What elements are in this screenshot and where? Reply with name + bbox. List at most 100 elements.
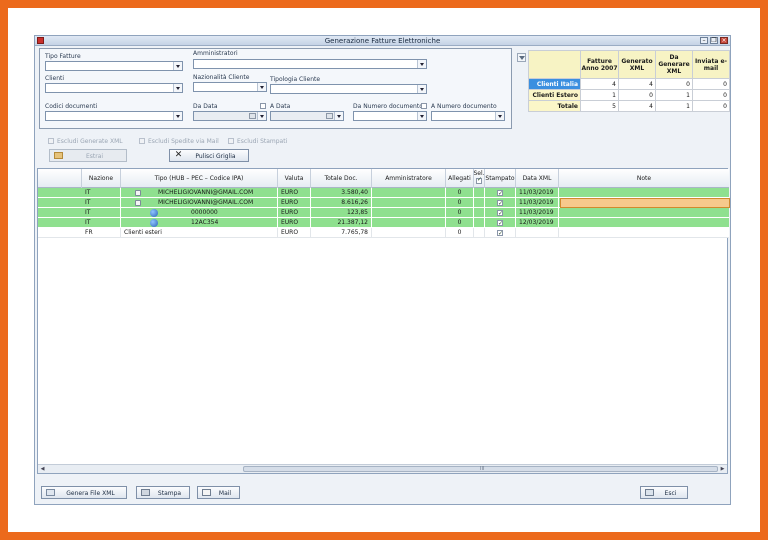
chevron-down-icon [173, 112, 182, 120]
clienti-select[interactable] [45, 83, 183, 93]
cell-sel[interactable] [474, 208, 485, 218]
da-numero-checkbox[interactable] [421, 103, 427, 109]
escludi-stampati-label: Escludi Stampati [237, 138, 288, 145]
select-all-checkbox[interactable] [476, 177, 482, 184]
cell-data-xml: 12/03/2019 [516, 218, 559, 228]
summary-row-label[interactable]: Totale [528, 100, 581, 112]
a-numero-select[interactable] [431, 111, 505, 121]
a-data-picker[interactable] [270, 111, 344, 121]
close-button[interactable]: × [720, 37, 728, 44]
row-selector[interactable] [38, 218, 82, 228]
stampato-checkbox[interactable] [497, 219, 503, 228]
scroll-right-icon[interactable]: ▶ [719, 466, 726, 472]
row-selector[interactable] [38, 188, 82, 198]
cell-valuta: EURO [278, 188, 311, 198]
table-row[interactable]: IT MICHELIGIOVANNI@GMAIL.COM EURO 8.616,… [38, 198, 730, 208]
cell-totale: 8.616,26 [311, 198, 372, 208]
cell-note[interactable] [559, 218, 729, 228]
cell-nazione: IT [82, 188, 121, 198]
stampato-checkbox[interactable] [497, 199, 503, 208]
cell-stampato[interactable] [485, 188, 516, 198]
calendar-icon [249, 113, 256, 119]
column-header-note[interactable]: Note [559, 169, 729, 188]
summary-cell: 1 [655, 89, 693, 101]
cell-note[interactable] [559, 208, 729, 218]
pulisci-griglia-button[interactable]: ✕ Pulisci Griglia [169, 149, 249, 162]
esci-button[interactable]: Esci [640, 486, 688, 499]
horizontal-scrollbar[interactable]: ◀ III ▶ [38, 464, 727, 473]
summary-row-label[interactable]: Clienti Estero [528, 89, 581, 101]
scroll-left-icon[interactable]: ◀ [39, 466, 46, 472]
column-header-data-xml[interactable]: Data XML [516, 169, 559, 188]
mail-button[interactable]: Mail [197, 486, 240, 499]
cell-amministratore [372, 188, 446, 198]
summary-cell: 0 [692, 78, 730, 90]
restore-button[interactable]: ❐ [710, 37, 718, 44]
escludi-xml-label: Escludi Generate XML [57, 138, 123, 145]
cell-note[interactable] [559, 228, 729, 238]
envelope-icon [135, 200, 141, 206]
column-header-valuta[interactable]: Valuta [278, 169, 311, 188]
cell-amministratore [372, 228, 446, 238]
table-row[interactable]: FR Clienti esteri EURO 7.765,78 0 [38, 228, 729, 238]
cell-note[interactable] [559, 188, 729, 198]
table-row[interactable]: IT 12AC354 EURO 21.387,12 0 12/03/2019 [38, 218, 729, 228]
cell-sel[interactable] [474, 218, 485, 228]
cell-stampato[interactable] [485, 198, 516, 208]
tipo-fatture-select[interactable] [45, 61, 183, 71]
cell-sel[interactable] [474, 188, 485, 198]
filter-funnel-icon[interactable] [517, 53, 526, 62]
escludi-mail-checkbox[interactable] [139, 138, 145, 144]
column-header-nazione[interactable]: Nazione [82, 169, 121, 188]
row-selector-header [38, 169, 82, 188]
column-header-tipo[interactable]: Tipo (HUB – PEC – Codice IPA) [121, 169, 278, 188]
cell-tipo-text: MICHELIGIOVANNI@GMAIL.COM [158, 199, 254, 206]
cell-amministratore [372, 208, 446, 218]
scrollbar-thumb[interactable]: III [243, 466, 718, 472]
stampato-checkbox[interactable] [497, 209, 503, 218]
column-header-stampato[interactable]: Stampato [485, 169, 516, 188]
nazionalita-label: Nazionalità Cliente [193, 74, 250, 81]
table-row[interactable]: IT 0000000 EURO 123,85 0 11/03/2019 [38, 208, 729, 218]
cell-note-editing[interactable] [560, 198, 730, 208]
row-selector[interactable] [38, 208, 82, 218]
da-data-checkbox[interactable] [260, 103, 266, 109]
nazionalita-select[interactable] [193, 82, 267, 92]
stampa-button[interactable]: Stampa [136, 486, 190, 499]
minimize-button[interactable]: – [700, 37, 708, 44]
chevron-down-icon [173, 62, 182, 70]
table-row[interactable]: IT MICHELIGIOVANNI@GMAIL.COM EURO 3.580,… [38, 188, 729, 198]
escludi-xml-checkbox[interactable] [48, 138, 54, 144]
cell-stampato[interactable] [485, 208, 516, 218]
da-numero-select[interactable] [353, 111, 427, 121]
amministratori-select[interactable] [193, 59, 427, 69]
grid-header: Nazione Tipo (HUB – PEC – Codice IPA) Va… [38, 169, 729, 188]
summary-row-label[interactable]: Clienti Italia [528, 78, 581, 90]
stampato-checkbox[interactable] [497, 229, 503, 238]
cell-stampato[interactable] [485, 228, 516, 238]
cell-valuta: EURO [278, 208, 311, 218]
row-selector[interactable] [38, 228, 82, 238]
stampato-checkbox[interactable] [497, 189, 503, 198]
clienti-label: Clienti [45, 75, 65, 82]
cell-stampato[interactable] [485, 218, 516, 228]
genera-xml-button[interactable]: Genera File XML [41, 486, 127, 499]
row-selector[interactable] [38, 198, 82, 208]
tipologia-select[interactable] [270, 84, 427, 94]
column-header-sel[interactable]: Sel. [473, 169, 485, 188]
cell-data-xml: 11/03/2019 [516, 188, 559, 198]
column-header-amministratore[interactable]: Amministratore [372, 169, 446, 188]
cell-sel[interactable] [474, 198, 485, 208]
cell-sel[interactable] [474, 228, 485, 238]
da-data-picker[interactable] [193, 111, 267, 121]
codici-select[interactable] [45, 111, 183, 121]
tipologia-label: Tipologia Cliente [270, 76, 321, 83]
column-header-allegati[interactable]: Allegati [446, 169, 474, 188]
cell-valuta: EURO [278, 218, 311, 228]
globe-icon [150, 209, 158, 217]
summary-cell: 1 [580, 89, 619, 101]
summary-cell: 0 [618, 89, 656, 101]
column-header-totale[interactable]: Totale Doc. [311, 169, 372, 188]
escludi-stampati-checkbox[interactable] [228, 138, 234, 144]
estrai-button[interactable]: Estrai [49, 149, 127, 162]
